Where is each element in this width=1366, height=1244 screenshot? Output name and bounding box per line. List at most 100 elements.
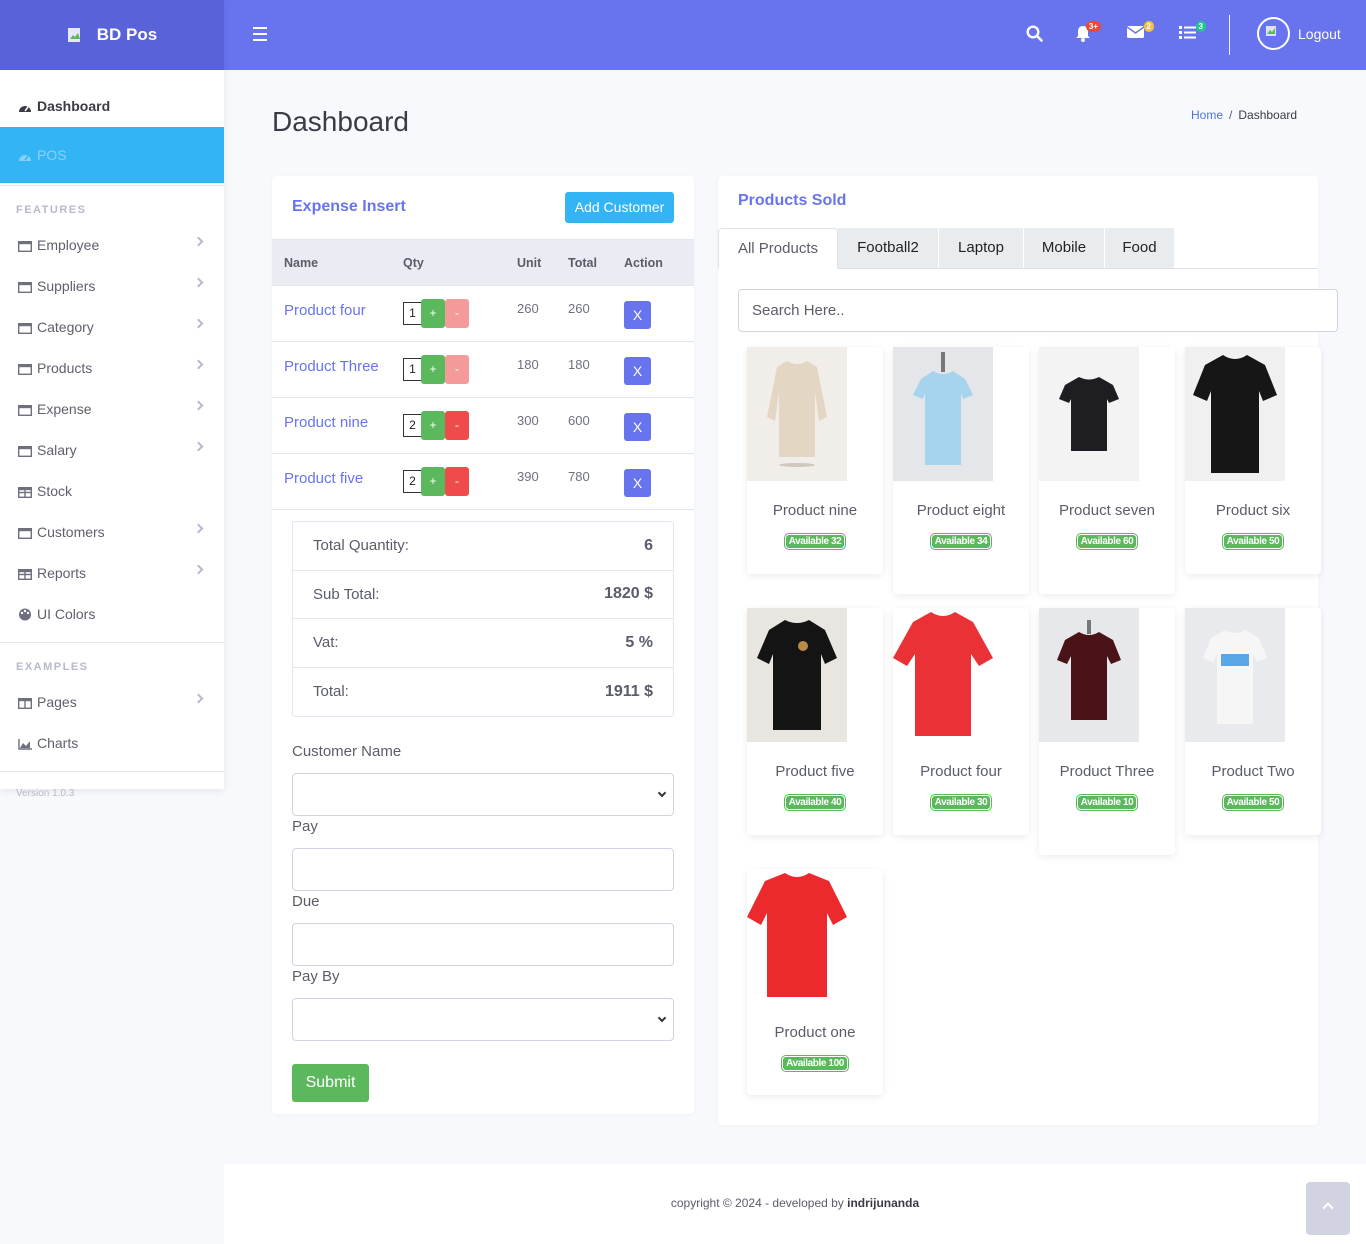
brand-logo-icon bbox=[67, 27, 83, 43]
pay-by-select[interactable] bbox=[292, 998, 674, 1041]
submit-button[interactable]: Submit bbox=[292, 1064, 369, 1102]
remove-item-button[interactable]: X bbox=[624, 301, 651, 329]
vat-value: 5 % bbox=[625, 633, 653, 651]
decrease-button[interactable]: - bbox=[445, 467, 469, 496]
brand[interactable]: BD Pos bbox=[0, 0, 224, 70]
sidebar-item-category[interactable]: Category bbox=[0, 306, 224, 347]
chevron-right-icon bbox=[193, 236, 204, 247]
chevron-right-icon bbox=[193, 523, 204, 534]
scroll-to-top-button[interactable] bbox=[1306, 1182, 1350, 1235]
chevron-down-icon bbox=[657, 1013, 667, 1023]
quantity-input[interactable]: 1 bbox=[403, 302, 422, 325]
search-icon[interactable] bbox=[1026, 25, 1043, 47]
logout-link[interactable]: Logout bbox=[1298, 26, 1341, 42]
footer: copyright © 2024 - developed by indrijun… bbox=[224, 1164, 1366, 1244]
decrease-button[interactable]: - bbox=[445, 299, 469, 328]
grand-total-label: Total: bbox=[313, 683, 349, 701]
product-card[interactable]: Product nine Available 32 bbox=[747, 347, 883, 574]
sidebar-item-charts[interactable]: Charts bbox=[0, 722, 224, 763]
sidebar-item-reports[interactable]: Reports bbox=[0, 552, 224, 593]
sidebar-item-products[interactable]: Products bbox=[0, 347, 224, 388]
tshirt-shape bbox=[1193, 355, 1277, 473]
brand-name: BD Pos bbox=[96, 25, 158, 44]
product-card[interactable]: Product six Available 50 bbox=[1185, 347, 1321, 574]
total-cell: 260 bbox=[568, 285, 624, 342]
remove-item-button[interactable]: X bbox=[624, 469, 651, 497]
subtotal-row: Sub Total: 1820 $ bbox=[293, 571, 673, 619]
action-cell: X bbox=[624, 341, 694, 398]
decrease-button[interactable]: - bbox=[445, 411, 469, 440]
table-row: Product four 1 + - 260 260 X bbox=[272, 285, 694, 342]
tasks-icon[interactable]: 3 bbox=[1179, 21, 1206, 45]
breadcrumb: Home / Dashboard bbox=[1191, 108, 1297, 122]
avatar[interactable] bbox=[1257, 17, 1290, 50]
sidebar-item-label: Employee bbox=[37, 236, 100, 253]
page-title: Dashboard bbox=[272, 106, 409, 137]
due-input[interactable] bbox=[292, 923, 674, 966]
product-image bbox=[893, 608, 993, 742]
increase-button[interactable]: + bbox=[421, 355, 445, 384]
envelope-icon[interactable]: 2 bbox=[1126, 21, 1154, 44]
tab-football2[interactable]: Football2 bbox=[838, 228, 939, 268]
breadcrumb-home-link[interactable]: Home bbox=[1191, 108, 1223, 122]
product-card[interactable]: Product seven Available 60 bbox=[1039, 347, 1175, 594]
product-card[interactable]: Product eight Available 34 bbox=[893, 347, 1029, 594]
remove-item-button[interactable]: X bbox=[624, 413, 651, 441]
sidebar-item-employee[interactable]: Employee bbox=[0, 224, 224, 265]
product-card[interactable]: Product one Available 100 bbox=[747, 869, 883, 1095]
product-name: Product five bbox=[775, 763, 855, 780]
topbar-divider bbox=[1229, 15, 1230, 55]
sidebar-item-dashboard[interactable]: Dashboard bbox=[0, 85, 224, 127]
vat-row: Vat: 5 % bbox=[293, 619, 673, 668]
tshirt-shape bbox=[1059, 377, 1119, 451]
sidebar-item-pos[interactable]: POS bbox=[0, 127, 224, 183]
quantity-input[interactable]: 2 bbox=[403, 414, 422, 437]
quantity-input[interactable]: 2 bbox=[403, 470, 422, 493]
product-card[interactable]: Product Two Available 50 bbox=[1185, 608, 1321, 835]
cart-product-name[interactable]: Product nine bbox=[272, 397, 403, 454]
column-header-qty: Qty bbox=[403, 239, 517, 286]
total-cell: 600 bbox=[568, 397, 624, 454]
topbar: 3+ 2 3 Logout bbox=[224, 0, 1366, 70]
subtotal-label: Sub Total: bbox=[313, 585, 380, 603]
increase-button[interactable]: + bbox=[421, 411, 445, 440]
sidebar-item-label: Pages bbox=[37, 693, 77, 710]
menu-toggle-icon[interactable] bbox=[253, 27, 267, 45]
bell-icon[interactable]: 3+ bbox=[1075, 21, 1101, 47]
sidebar-item-suppliers[interactable]: Suppliers bbox=[0, 265, 224, 306]
decrease-button[interactable]: - bbox=[445, 355, 469, 384]
increase-button[interactable]: + bbox=[421, 299, 445, 328]
cart-product-name[interactable]: Product Three bbox=[272, 341, 403, 398]
availability-badge: Available 60 bbox=[1076, 534, 1138, 549]
sidebar-item-label: Reports bbox=[37, 564, 87, 581]
sidebar-item-pages[interactable]: Pages bbox=[0, 681, 224, 722]
increase-button[interactable]: + bbox=[421, 467, 445, 496]
product-search-input[interactable]: Search Here.. bbox=[738, 289, 1338, 332]
tab-all-products[interactable]: All Products bbox=[718, 228, 838, 269]
product-card[interactable]: Product four Available 30 bbox=[893, 608, 1029, 835]
add-customer-button[interactable]: Add Customer bbox=[565, 192, 674, 223]
sidebar-item-expense[interactable]: Expense bbox=[0, 388, 224, 429]
palette-icon bbox=[18, 608, 32, 621]
footer-author-link[interactable]: indrijunanda bbox=[847, 1196, 919, 1210]
product-card[interactable]: Product five Available 40 bbox=[747, 608, 883, 835]
cart-product-name[interactable]: Product four bbox=[272, 285, 403, 342]
cart-product-name[interactable]: Product five bbox=[272, 453, 403, 510]
window-icon bbox=[17, 280, 33, 294]
tab-mobile[interactable]: Mobile bbox=[1024, 228, 1105, 268]
sidebar-item-stock[interactable]: Stock bbox=[0, 470, 224, 511]
quantity-input[interactable]: 1 bbox=[403, 358, 422, 381]
sidebar-item-ui-colors[interactable]: UI Colors bbox=[0, 593, 224, 634]
sidebar-item-label: Dashboard bbox=[37, 98, 111, 114]
tab-food[interactable]: Food bbox=[1105, 228, 1175, 268]
pay-input[interactable] bbox=[292, 848, 674, 891]
chevron-right-icon bbox=[193, 441, 204, 452]
chart-area-icon bbox=[18, 737, 32, 750]
product-card[interactable]: Product Three Available 10 bbox=[1039, 608, 1175, 855]
sidebar-item-customers[interactable]: Customers bbox=[0, 511, 224, 552]
tab-laptop[interactable]: Laptop bbox=[939, 228, 1024, 268]
tshirt-shape bbox=[757, 620, 837, 730]
sidebar-item-salary[interactable]: Salary bbox=[0, 429, 224, 470]
remove-item-button[interactable]: X bbox=[624, 357, 651, 385]
customer-name-select[interactable] bbox=[292, 773, 674, 816]
